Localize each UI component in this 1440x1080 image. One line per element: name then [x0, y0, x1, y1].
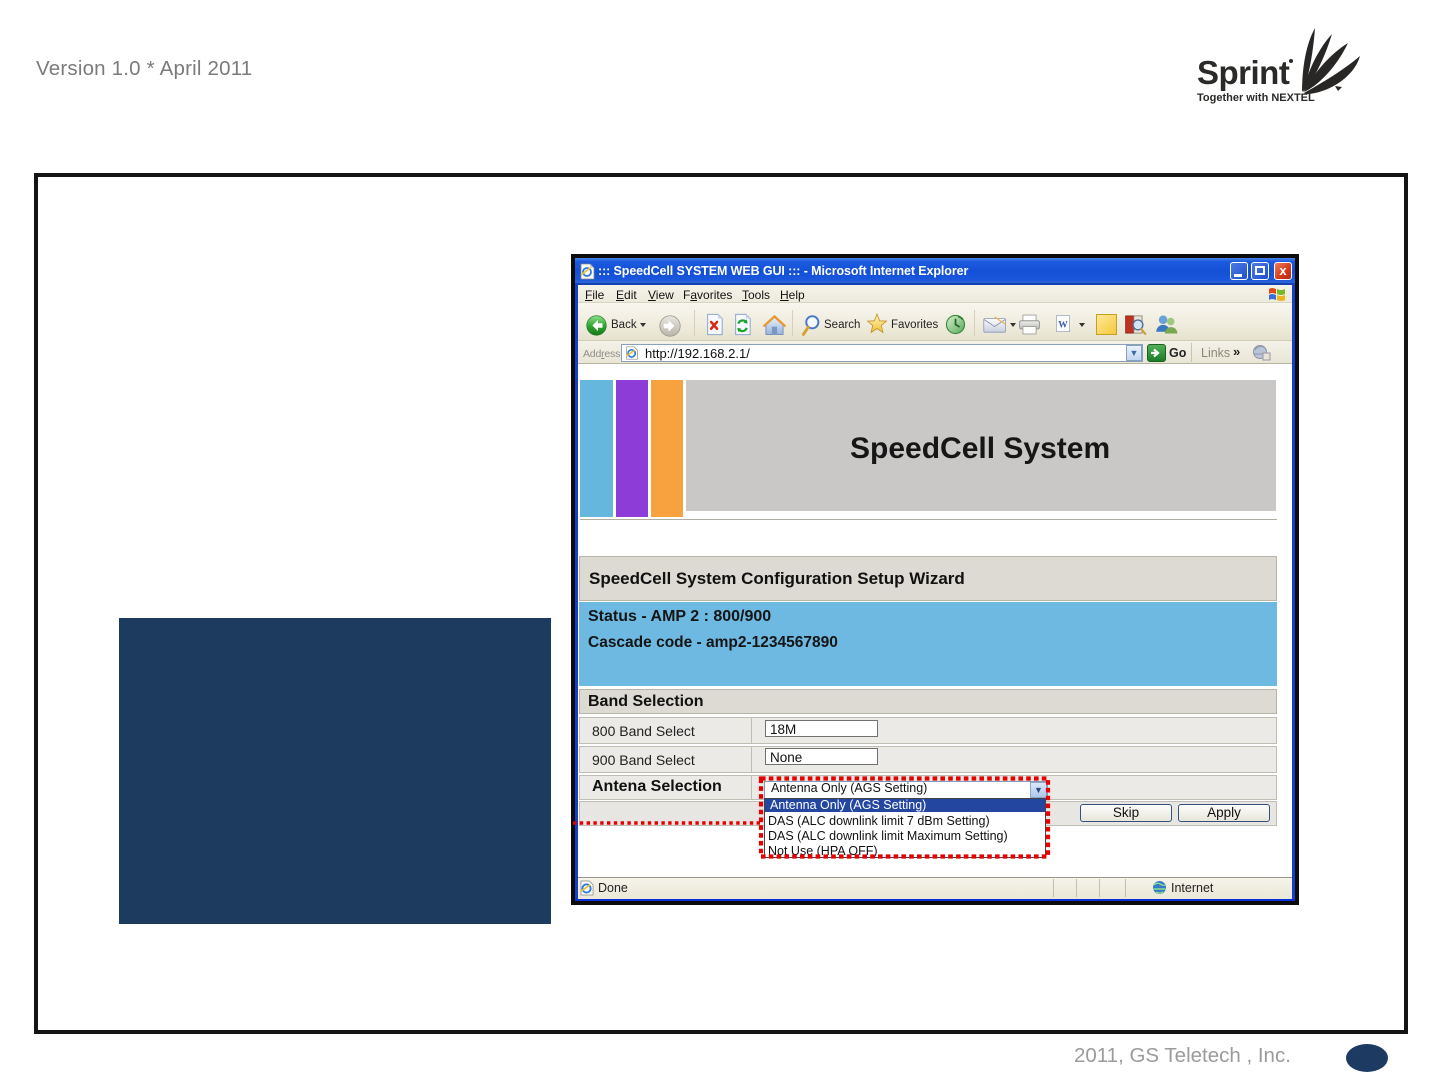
svg-text:W: W	[1058, 320, 1068, 330]
